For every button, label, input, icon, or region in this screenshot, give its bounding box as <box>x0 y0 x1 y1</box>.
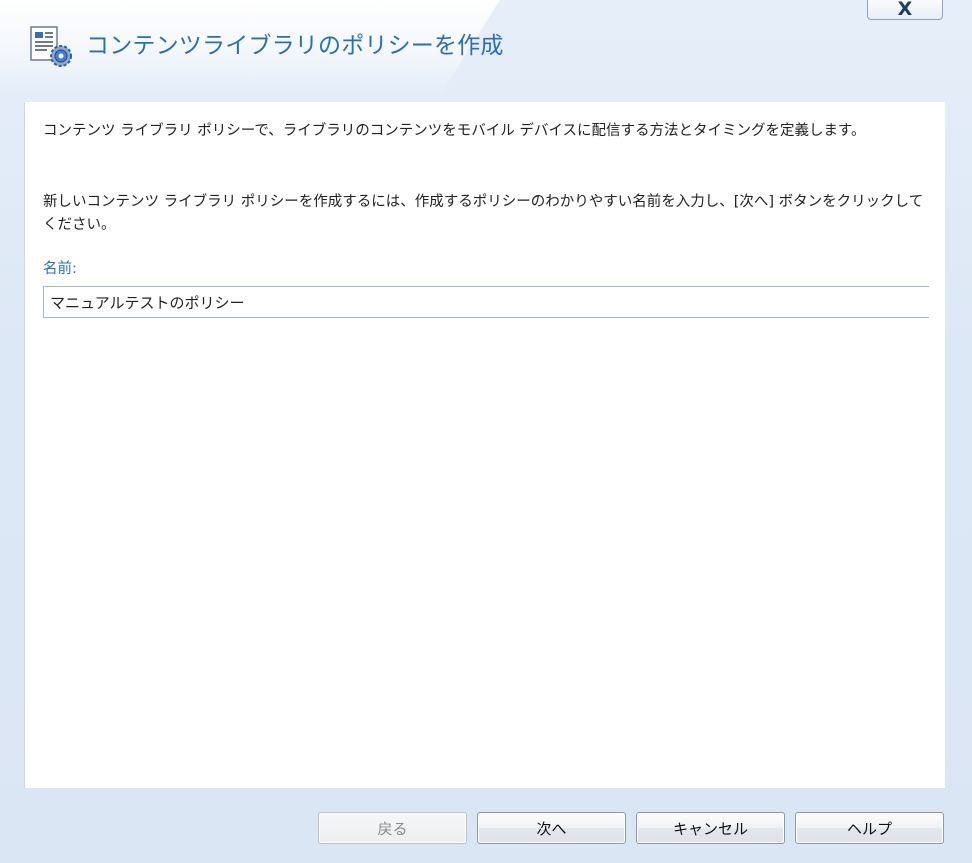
instruction-text: 新しいコンテンツ ライブラリ ポリシーを作成するには、作成するポリシーのわかりや… <box>43 194 924 233</box>
next-button[interactable]: 次へ <box>477 812 626 844</box>
policy-name-input[interactable] <box>43 286 929 318</box>
page-title: コンテンツライブラリのポリシーを作成 <box>86 33 504 59</box>
policy-document-gear-icon <box>30 26 72 67</box>
help-button[interactable]: ヘルプ <box>795 812 944 844</box>
content-panel: コンテンツ ライブラリ ポリシーで、ライブラリのコンテンツをモバイル デバイスに… <box>24 102 945 788</box>
close-icon: X <box>897 0 913 20</box>
back-button[interactable]: 戻る <box>318 812 467 844</box>
policy-description: コンテンツ ライブラリ ポリシーで、ライブラリのコンテンツをモバイル デバイスに… <box>43 123 866 139</box>
close-button[interactable]: X <box>867 0 943 20</box>
dialog-window: X コンテンツライブラリのポリシーを作成 コンテンツ ライブラリ ポリシーで、ラ… <box>0 0 972 863</box>
name-label: 名前: <box>43 261 77 277</box>
cancel-button[interactable]: キャンセル <box>636 812 785 844</box>
